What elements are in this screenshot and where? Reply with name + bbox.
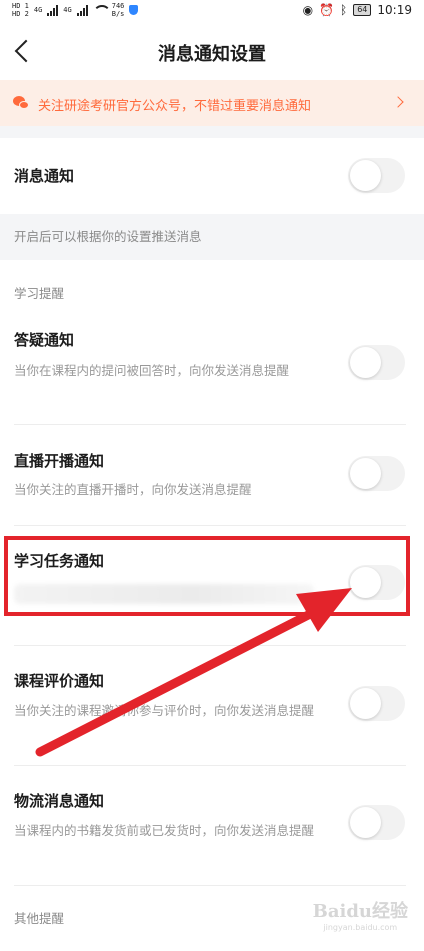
main-hint: 开启后可以根据你的设置推送消息 bbox=[0, 214, 424, 260]
message-notification-row: 消息通知 bbox=[0, 138, 424, 214]
hd2-label: HD 2 bbox=[12, 10, 29, 18]
status-left: HD 1 HD 2 4G 4G 746 B/s bbox=[12, 2, 139, 18]
speed-unit: B/s bbox=[111, 10, 125, 18]
battery-icon: 64 bbox=[353, 4, 372, 16]
wechat-icon bbox=[13, 96, 29, 110]
qa-notification-title: 答疑通知 bbox=[14, 331, 75, 349]
page-title: 消息通知设置 bbox=[158, 44, 266, 65]
study-task-notification-toggle[interactable] bbox=[348, 565, 405, 600]
course-review-notification-toggle[interactable] bbox=[348, 686, 405, 721]
chevron-right-icon bbox=[392, 96, 404, 108]
logistics-notification-row: 物流消息通知 当课程内的书籍发货前或已发货时，向你发送消息提醒 bbox=[0, 766, 424, 886]
logistics-notification-title: 物流消息通知 bbox=[14, 792, 105, 810]
course-review-notification-title: 课程评价通知 bbox=[14, 672, 105, 690]
signal-1-icon bbox=[47, 4, 59, 16]
clock: 10:19 bbox=[377, 3, 412, 17]
watermark-main: Baidu经验 bbox=[312, 901, 408, 922]
network-2-label: 4G bbox=[63, 6, 72, 14]
qa-notification-toggle[interactable] bbox=[348, 345, 405, 380]
network-speed: 746 B/s bbox=[112, 2, 125, 18]
course-review-notification-desc: 当你关注的课程邀请你参与评价时，向你发送消息提醒 bbox=[14, 703, 315, 718]
hd1-label: HD 1 bbox=[12, 2, 29, 10]
logistics-notification-toggle[interactable] bbox=[348, 805, 405, 840]
signal-2-icon bbox=[76, 4, 88, 16]
study-task-notification-title: 学习任务通知 bbox=[14, 552, 105, 570]
watermark-sub: jingyan.baidu.com bbox=[323, 923, 398, 932]
shield-icon bbox=[129, 5, 139, 15]
wifi-icon bbox=[92, 4, 111, 16]
live-notification-toggle[interactable] bbox=[348, 456, 405, 491]
alarm-icon: ⏰ bbox=[319, 3, 335, 17]
live-notification-title: 直播开播通知 bbox=[14, 452, 105, 470]
nav-bar: 消息通知设置 bbox=[0, 26, 424, 80]
speed-value: 746 bbox=[111, 2, 125, 10]
network-1-label: 4G bbox=[33, 6, 43, 14]
qa-notification-row: 答疑通知 当你在课程内的提问被回答时，向你发送消息提醒 bbox=[0, 315, 424, 425]
live-notification-row: 直播开播通知 当你关注的直播开播时，向你发送消息提醒 bbox=[0, 425, 424, 526]
message-notification-title: 消息通知 bbox=[14, 167, 75, 185]
course-review-notification-row: 课程评价通知 当你关注的课程邀请你参与评价时，向你发送消息提醒 bbox=[0, 646, 424, 766]
message-notification-toggle[interactable] bbox=[348, 158, 405, 193]
follow-banner[interactable]: 关注研途考研官方公众号，不错过重要消息通知 bbox=[0, 80, 424, 126]
banner-text: 关注研途考研官方公众号，不错过重要消息通知 bbox=[38, 99, 312, 114]
status-bar: HD 1 HD 2 4G 4G 746 B/s ◉ ⏰ ᛒ 64 10:19 bbox=[0, 0, 424, 26]
sim-labels: HD 1 HD 2 bbox=[12, 2, 29, 18]
watermark: Baidu经验 jingyan.baidu.com bbox=[313, 897, 408, 932]
eye-icon: ◉ bbox=[302, 3, 314, 17]
status-right: ◉ ⏰ ᛒ 64 10:19 bbox=[303, 3, 412, 17]
section-study-label: 学习提醒 bbox=[0, 260, 424, 315]
blurred-description bbox=[14, 584, 314, 604]
live-notification-desc: 当你关注的直播开播时，向你发送消息提醒 bbox=[14, 482, 252, 497]
bluetooth-icon: ᛒ bbox=[340, 3, 348, 17]
qa-notification-desc: 当你在课程内的提问被回答时，向你发送消息提醒 bbox=[14, 363, 290, 378]
logistics-notification-desc: 当课程内的书籍发货前或已发货时，向你发送消息提醒 bbox=[14, 823, 315, 838]
